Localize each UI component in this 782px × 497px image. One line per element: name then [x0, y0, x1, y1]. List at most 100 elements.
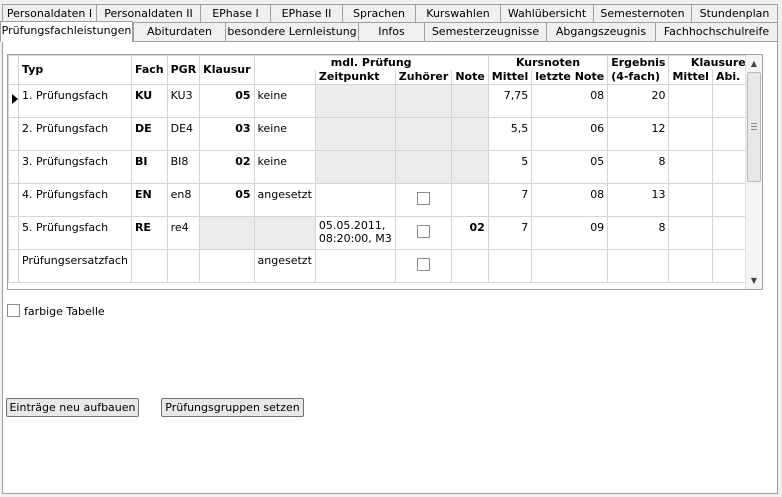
- cell-klausur[interactable]: 02: [199, 149, 255, 184]
- pruefungsfach-grid: Typ Fach PGR Klausur mdl. Prüfung Kursno…: [7, 54, 763, 290]
- col-ergebnis-header: Ergebnis: [607, 55, 670, 70]
- cell-klausuren-mittel: [668, 116, 713, 151]
- up-arrow-icon[interactable]: ▲: [746, 55, 762, 72]
- cell-letzte-note: [531, 248, 609, 283]
- cell-pgr[interactable]: BI8: [166, 149, 201, 184]
- cell-klausuren-mittel: [668, 182, 713, 217]
- tab-ephase-1[interactable]: EPhase I: [200, 4, 271, 23]
- cell-pgr[interactable]: [166, 248, 201, 283]
- cell-klausur[interactable]: 03: [199, 116, 255, 151]
- tab-pruefungsfachleistungen[interactable]: Prüfungsfachleistungen: [0, 21, 133, 42]
- cell-status[interactable]: angesetzt: [253, 248, 316, 283]
- cell-fach[interactable]: BI: [130, 149, 168, 184]
- cell-klausuren-mittel: [668, 215, 713, 250]
- cell-status[interactable]: keine: [253, 83, 316, 118]
- row-indicator-header: [8, 55, 19, 84]
- cell-klausur[interactable]: [199, 248, 255, 283]
- farbige-tabelle-checkbox[interactable]: [7, 304, 20, 317]
- tab-abiturdaten[interactable]: Abiturdaten: [133, 22, 226, 41]
- cell-pgr[interactable]: DE4: [166, 116, 201, 151]
- table-row[interactable]: 1. Prüfungsfach KU KU3 05 keine 7,75 08 …: [8, 83, 746, 118]
- tab-abgangszeugnis[interactable]: Abgangszeugnis: [546, 22, 656, 41]
- cell-typ[interactable]: 4. Prüfungsfach: [18, 182, 132, 217]
- tab-fachhochschulreife[interactable]: Fachhochschulreife: [655, 22, 778, 41]
- farbige-tabelle-option[interactable]: farbige Tabelle: [7, 304, 105, 318]
- tab-kurswahlen[interactable]: Kurswahlen: [415, 4, 501, 23]
- cell-abi-bed: [711, 182, 746, 217]
- table-row[interactable]: Prüfungsersatzfach angesetzt: [8, 248, 746, 283]
- cell-zeitpunkt: [314, 83, 396, 118]
- cell-typ[interactable]: 2. Prüfungsfach: [18, 116, 132, 151]
- cell-mittel: 7,75: [487, 83, 533, 118]
- cell-note[interactable]: 02: [451, 215, 489, 250]
- cell-letzte-note: 08: [531, 83, 609, 118]
- scrollbar-thumb[interactable]: [747, 72, 761, 182]
- table-row[interactable]: 2. Prüfungsfach DE DE4 03 keine 5,5 06 1…: [8, 116, 746, 151]
- row-pointer-icon: [12, 93, 18, 104]
- tab-sprachen[interactable]: Sprachen: [342, 4, 416, 23]
- farbige-tabelle-label: farbige Tabelle: [24, 305, 105, 318]
- cell-klausur[interactable]: 05: [199, 182, 255, 217]
- cell-mittel: 5,5: [487, 116, 533, 151]
- tab-panel: Typ Fach PGR Klausur mdl. Prüfung Kursno…: [2, 41, 778, 494]
- tab-wahluebersicht[interactable]: Wahlübersicht: [500, 4, 594, 23]
- cell-typ[interactable]: 1. Prüfungsfach: [18, 83, 132, 118]
- zeitpunkt-time: 08:20:00, M3: [318, 231, 392, 245]
- group-kursnoten-header: Kursnoten: [487, 55, 609, 70]
- cell-mittel: 7: [487, 182, 533, 217]
- cell-zuhoerer: [394, 215, 453, 250]
- table-row[interactable]: 5. Prüfungsfach RE re4 05.05.2011, 08:20:…: [8, 215, 746, 250]
- col-note-header: Note: [451, 70, 489, 85]
- col-typ-header: Typ: [18, 55, 132, 84]
- col-status-header: [253, 70, 316, 85]
- cell-fach[interactable]: [130, 248, 168, 283]
- tab-stundenplan[interactable]: Stundenplan: [691, 4, 778, 23]
- table-row[interactable]: 3. Prüfungsfach BI BI8 02 keine 5 05 8: [8, 149, 746, 184]
- tab-semesternoten[interactable]: Semesternoten: [593, 4, 692, 23]
- cell-status[interactable]: keine: [253, 116, 316, 151]
- cell-zeitpunkt[interactable]: 05.05.2011, 08:20:00, M3: [314, 215, 396, 250]
- cell-pgr[interactable]: re4: [166, 215, 201, 250]
- grid-table: Typ Fach PGR Klausur mdl. Prüfung Kursno…: [8, 55, 746, 283]
- cell-typ[interactable]: Prüfungsersatzfach: [18, 248, 132, 283]
- cell-fach[interactable]: DE: [130, 116, 168, 151]
- row-indicator: [8, 83, 19, 118]
- zuhoerer-checkbox[interactable]: [417, 257, 431, 271]
- col-letzte-note-header: letzte Note: [531, 70, 609, 85]
- cell-klausur[interactable]: 05: [199, 83, 255, 118]
- zuhoerer-checkbox[interactable]: [417, 191, 431, 205]
- cell-status[interactable]: angesetzt: [253, 182, 316, 217]
- cell-note[interactable]: [451, 248, 489, 283]
- cell-ergebnis: 20: [607, 83, 670, 118]
- cell-pgr[interactable]: en8: [166, 182, 201, 217]
- cell-zuhoerer: [394, 248, 453, 283]
- cell-zuhoerer: [394, 116, 453, 151]
- cell-zeitpunkt: [314, 116, 396, 151]
- eintraege-neu-aufbauen-button[interactable]: Einträge neu aufbauen: [6, 398, 139, 417]
- col-vierfach-header: (4-fach): [607, 70, 670, 85]
- tab-semesterzeugnisse[interactable]: Semesterzeugnisse: [424, 22, 547, 41]
- tab-infos[interactable]: Infos: [358, 22, 425, 41]
- row-indicator: [8, 116, 19, 151]
- cell-fach[interactable]: KU: [130, 83, 168, 118]
- cell-zeitpunkt: [314, 149, 396, 184]
- cell-pgr[interactable]: KU3: [166, 83, 201, 118]
- table-row[interactable]: 4. Prüfungsfach EN en8 05 angesetzt 7 08…: [8, 182, 746, 217]
- grid-vertical-scrollbar[interactable]: ▲ ▼: [745, 55, 762, 289]
- cell-zeitpunkt[interactable]: [314, 248, 396, 283]
- zeitpunkt-date: 05.05.2011,: [318, 218, 386, 232]
- cell-typ[interactable]: 3. Prüfungsfach: [18, 149, 132, 184]
- tab-besondere-lernleistung[interactable]: besondere Lernleistung: [225, 22, 359, 41]
- cell-zeitpunkt[interactable]: [314, 182, 396, 217]
- cell-status[interactable]: keine: [253, 149, 316, 184]
- tab-ephase-2[interactable]: EPhase II: [270, 4, 343, 23]
- col-zeitpunkt-header: Zeitpunkt: [314, 70, 396, 85]
- pruefungsgruppen-setzen-button[interactable]: Prüfungsgruppen setzen: [161, 398, 304, 417]
- cell-fach[interactable]: EN: [130, 182, 168, 217]
- cell-typ[interactable]: 5. Prüfungsfach: [18, 215, 132, 250]
- down-arrow-icon[interactable]: ▼: [746, 272, 762, 289]
- col-klausuren-mittel-header: Mittel: [668, 70, 713, 85]
- cell-fach[interactable]: RE: [130, 215, 168, 250]
- cell-note[interactable]: [451, 182, 489, 217]
- zuhoerer-checkbox[interactable]: [417, 224, 431, 238]
